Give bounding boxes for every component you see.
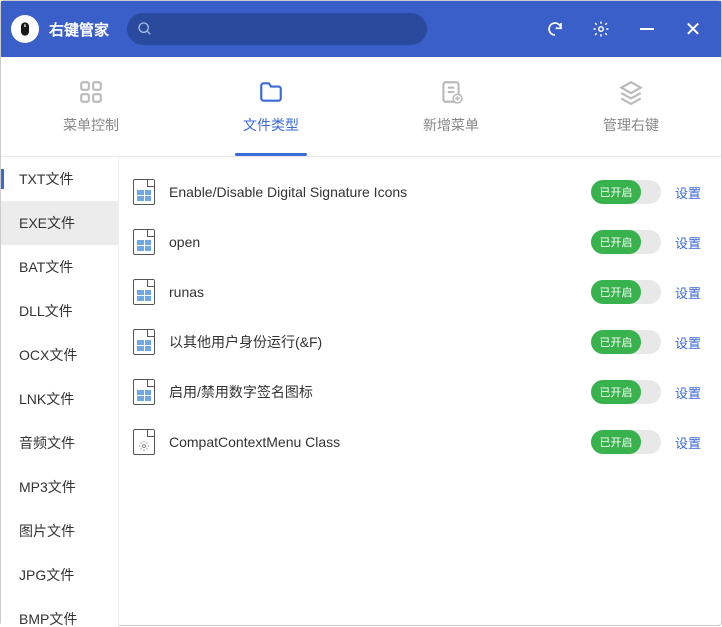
toggle-on-label: 已开启 [591, 380, 641, 404]
grid-icon [78, 79, 104, 105]
sidebar-item-label: LNK文件 [19, 389, 74, 409]
sidebar-item-exe[interactable]: EXE文件 [1, 201, 118, 245]
gear-small-icon [138, 440, 150, 452]
sidebar-item-label: EXE文件 [19, 213, 75, 233]
row-settings-link[interactable]: 设置 [675, 433, 701, 452]
sidebar-item-mp3[interactable]: MP3文件 [1, 465, 118, 509]
toggle-on-label: 已开启 [591, 430, 641, 454]
refresh-icon [546, 20, 564, 38]
folder-icon [258, 79, 284, 105]
sidebar-item-bat[interactable]: BAT文件 [1, 245, 118, 289]
tab-label: 菜单控制 [63, 115, 119, 135]
toggle-on-label: 已开启 [591, 280, 641, 304]
row-settings-link[interactable]: 设置 [675, 283, 701, 302]
file-type-icon [133, 179, 155, 205]
document-plus-icon [438, 79, 464, 105]
minimize-button[interactable] [629, 11, 665, 47]
row-label: CompatContextMenu Class [169, 434, 577, 450]
sidebar-item-label: OCX文件 [19, 345, 77, 365]
tab-label: 新增菜单 [423, 115, 479, 135]
refresh-button[interactable] [537, 11, 573, 47]
row-label: open [169, 234, 577, 250]
toggle-on-label: 已开启 [591, 330, 641, 354]
minimize-icon [640, 28, 654, 30]
tab-label: 管理右键 [603, 115, 659, 135]
toggle-on-label: 已开启 [591, 230, 641, 254]
row-settings-link[interactable]: 设置 [675, 183, 701, 202]
sidebar-item-bmp[interactable]: BMP文件 [1, 597, 118, 627]
sidebar-item-label: DLL文件 [19, 301, 73, 321]
search-input[interactable] [159, 22, 417, 37]
sidebar-item-label: TXT文件 [19, 169, 73, 189]
row-settings-link[interactable]: 设置 [675, 333, 701, 352]
sidebar-item-label: JPG文件 [19, 565, 74, 585]
list-row: CompatContextMenu Class 已开启 设置 [119, 417, 721, 467]
close-button[interactable]: ✕ [675, 11, 711, 47]
list-row: 以其他用户身份运行(&F) 已开启 设置 [119, 317, 721, 367]
sidebar: TXT文件 EXE文件 BAT文件 DLL文件 OCX文件 LNK文件 音频文件… [1, 157, 119, 627]
tab-label: 文件类型 [243, 115, 299, 135]
app-title: 右键管家 [49, 19, 109, 40]
tab-menu-control[interactable]: 菜单控制 [1, 57, 181, 156]
file-type-icon [133, 229, 155, 255]
sidebar-item-dll[interactable]: DLL文件 [1, 289, 118, 333]
file-type-icon [133, 329, 155, 355]
tabbar: 菜单控制 文件类型 新增菜单 管理右键 [1, 57, 721, 157]
search-icon [137, 21, 153, 37]
row-label: Enable/Disable Digital Signature Icons [169, 184, 577, 200]
sidebar-item-label: 音频文件 [19, 433, 75, 453]
toggle-enabled[interactable]: 已开启 [591, 230, 661, 254]
tab-file-type[interactable]: 文件类型 [181, 57, 361, 156]
sidebar-item-lnk[interactable]: LNK文件 [1, 377, 118, 421]
toggle-enabled[interactable]: 已开启 [591, 380, 661, 404]
list-row: 启用/禁用数字签名图标 已开启 设置 [119, 367, 721, 417]
sidebar-item-label: 图片文件 [19, 521, 75, 541]
main-list: Enable/Disable Digital Signature Icons 已… [119, 157, 721, 627]
sidebar-item-txt[interactable]: TXT文件 [1, 157, 118, 201]
list-row: runas 已开启 设置 [119, 267, 721, 317]
sidebar-item-label: BAT文件 [19, 257, 73, 277]
toggle-on-label: 已开启 [591, 180, 641, 204]
sidebar-item-label: MP3文件 [19, 477, 76, 497]
list-row: open 已开启 设置 [119, 217, 721, 267]
toggle-enabled[interactable]: 已开启 [591, 330, 661, 354]
search-box[interactable] [127, 13, 427, 45]
mouse-icon [17, 19, 33, 39]
toggle-enabled[interactable]: 已开启 [591, 430, 661, 454]
tab-manage[interactable]: 管理右键 [541, 57, 721, 156]
sidebar-item-audio[interactable]: 音频文件 [1, 421, 118, 465]
row-label: runas [169, 284, 577, 300]
toggle-enabled[interactable]: 已开启 [591, 180, 661, 204]
sidebar-item-label: BMP文件 [19, 609, 77, 627]
file-type-icon [133, 429, 155, 455]
titlebar: 右键管家 ✕ [1, 1, 721, 57]
content: TXT文件 EXE文件 BAT文件 DLL文件 OCX文件 LNK文件 音频文件… [1, 157, 721, 627]
sidebar-item-ocx[interactable]: OCX文件 [1, 333, 118, 377]
close-icon: ✕ [685, 17, 702, 42]
file-type-icon [133, 279, 155, 305]
tab-add-menu[interactable]: 新增菜单 [361, 57, 541, 156]
settings-button[interactable] [583, 11, 619, 47]
gear-icon [592, 20, 610, 38]
row-label: 以其他用户身份运行(&F) [169, 332, 577, 352]
toggle-enabled[interactable]: 已开启 [591, 280, 661, 304]
sidebar-item-jpg[interactable]: JPG文件 [1, 553, 118, 597]
row-label: 启用/禁用数字签名图标 [169, 382, 577, 402]
list-row: Enable/Disable Digital Signature Icons 已… [119, 167, 721, 217]
sidebar-item-image[interactable]: 图片文件 [1, 509, 118, 553]
file-type-icon [133, 379, 155, 405]
row-settings-link[interactable]: 设置 [675, 383, 701, 402]
row-settings-link[interactable]: 设置 [675, 233, 701, 252]
layers-icon [618, 79, 644, 105]
app-icon [11, 15, 39, 43]
